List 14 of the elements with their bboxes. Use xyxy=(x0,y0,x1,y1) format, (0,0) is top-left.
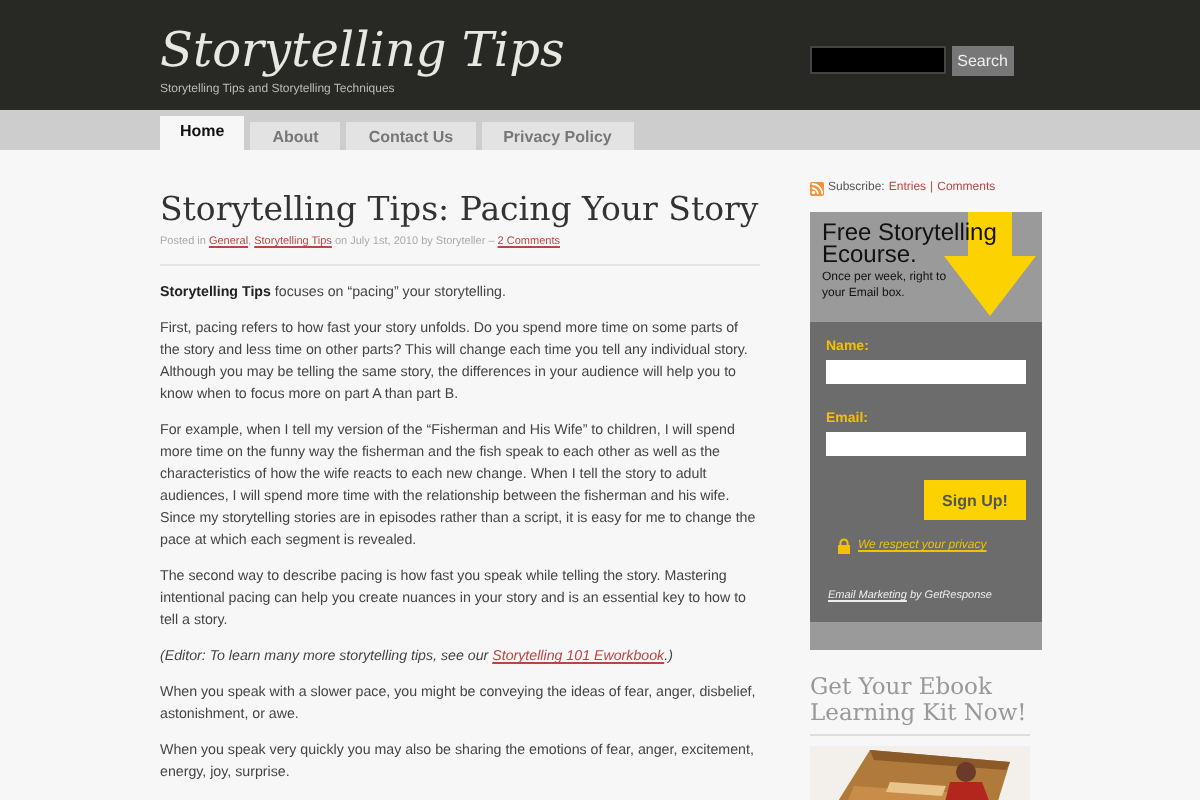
nav-tab[interactable]: Contact Us xyxy=(346,122,476,150)
search-field[interactable] xyxy=(809,46,946,74)
site-title[interactable]: Storytelling Tips xyxy=(160,22,565,78)
nav-tab[interactable]: Home xyxy=(160,116,245,150)
rss-feed-icon[interactable] xyxy=(810,181,824,195)
ebook-heading: Get Your Ebook Learning Kit Now! xyxy=(810,674,1030,736)
nav-tab[interactable]: About xyxy=(250,122,341,150)
search-button[interactable]: Search xyxy=(951,46,1014,76)
signup-button[interactable]: Sign Up! xyxy=(924,480,1026,520)
nav-tab[interactable]: Privacy Policy xyxy=(481,122,634,150)
email-field[interactable] xyxy=(826,432,1026,456)
padlock-icon xyxy=(838,538,850,554)
name-field[interactable] xyxy=(826,360,1026,384)
post-title[interactable]: Storytelling Tips: Pacing Your Story xyxy=(160,190,760,230)
